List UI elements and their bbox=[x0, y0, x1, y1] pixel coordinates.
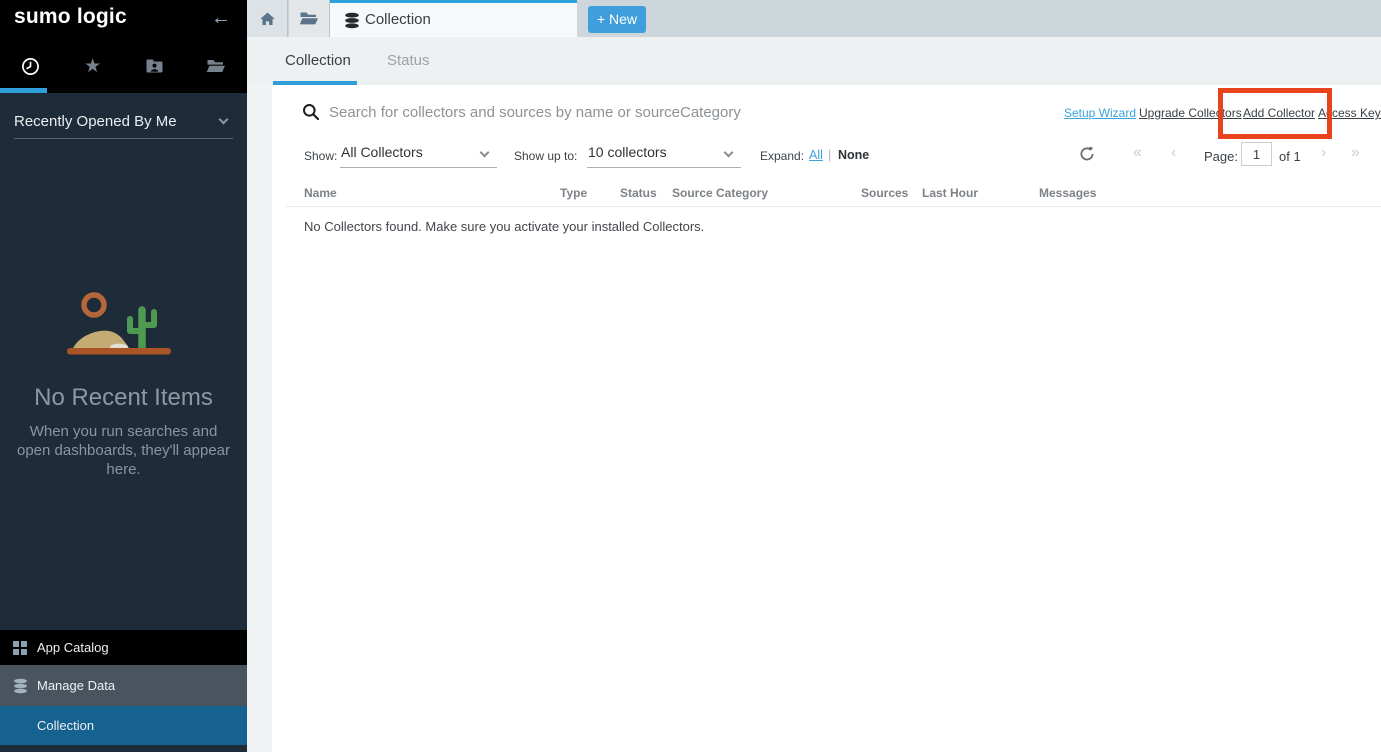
column-header-type: Type bbox=[560, 186, 587, 200]
subtab-collection[interactable]: Collection bbox=[285, 52, 351, 69]
rail-tab-favorites[interactable]: ★ bbox=[62, 44, 124, 88]
home-tab-button[interactable] bbox=[247, 0, 288, 37]
column-header-sources: Sources bbox=[861, 186, 908, 200]
sumo-logic-logo: sumo logic bbox=[14, 5, 127, 29]
sidebar-item-label: Manage Data bbox=[37, 678, 115, 693]
desert-empty-illustration bbox=[62, 288, 182, 366]
column-header-name: Name bbox=[304, 186, 337, 200]
expand-all-link[interactable]: All bbox=[809, 148, 823, 162]
sidebar-icon-rail: ★ bbox=[0, 44, 247, 88]
top-tab-bar: Collection + New bbox=[247, 0, 1381, 37]
expand-label: Expand: bbox=[760, 149, 804, 163]
limit-filter-label: Show up to: bbox=[514, 149, 577, 163]
recently-opened-dropdown-label: Recently Opened By Me bbox=[14, 113, 177, 130]
database-icon bbox=[13, 678, 28, 694]
empty-collectors-message: No Collectors found. Make sure you activ… bbox=[304, 219, 704, 234]
tab-collection-label: Collection bbox=[365, 11, 431, 28]
subtab-status[interactable]: Status bbox=[387, 52, 430, 69]
table-header-divider bbox=[286, 206, 1381, 207]
chevron-down-icon bbox=[724, 148, 734, 158]
limit-filter-value: 10 collectors bbox=[588, 144, 667, 160]
app-grid-icon bbox=[13, 641, 27, 655]
last-page-arrow[interactable]: » bbox=[1351, 144, 1360, 162]
expand-separator: | bbox=[828, 148, 831, 162]
show-filter-select[interactable]: All Collectors bbox=[340, 142, 497, 168]
sidebar-empty-subtitle: When you run searches and open dashboard… bbox=[13, 422, 234, 479]
collection-panel: Setup Wizard Upgrade Collectors Add Coll… bbox=[272, 85, 1381, 752]
open-folder-icon bbox=[299, 10, 319, 27]
sumo-logic-app: sumo logic ← ★ bbox=[0, 0, 1381, 752]
expand-none-link[interactable]: None bbox=[838, 148, 869, 162]
sidebar-empty-title: No Recent Items bbox=[0, 384, 247, 412]
limit-filter-select[interactable]: 10 collectors bbox=[587, 142, 741, 168]
clock-icon bbox=[21, 57, 40, 76]
prev-page-arrow[interactable]: ‹ bbox=[1171, 144, 1176, 162]
home-icon bbox=[259, 11, 276, 27]
star-icon: ★ bbox=[84, 57, 101, 76]
sidebar: sumo logic ← ★ bbox=[0, 0, 247, 752]
collection-subtabs: Collection Status bbox=[247, 37, 1381, 85]
open-folder-icon bbox=[206, 57, 226, 75]
sidebar-item-collection[interactable]: Collection bbox=[0, 706, 247, 745]
sidebar-item-manage-data[interactable]: Manage Data bbox=[0, 665, 247, 706]
column-header-messages: Messages bbox=[1039, 186, 1096, 200]
refresh-icon[interactable] bbox=[1079, 146, 1095, 162]
rail-active-indicator bbox=[0, 88, 47, 93]
setup-wizard-link[interactable]: Setup Wizard bbox=[1064, 106, 1136, 120]
collection-database-icon bbox=[344, 12, 360, 29]
shared-folder-icon bbox=[145, 57, 164, 75]
chevron-down-icon bbox=[480, 148, 490, 158]
next-page-arrow[interactable]: › bbox=[1321, 144, 1326, 162]
column-header-status: Status bbox=[620, 186, 657, 200]
rail-tab-library[interactable] bbox=[185, 44, 247, 88]
column-header-source-category: Source Category bbox=[672, 186, 768, 200]
page-total-label: of 1 bbox=[1279, 149, 1301, 164]
library-tab-button[interactable] bbox=[289, 0, 330, 37]
collapse-sidebar-arrow-icon[interactable]: ← bbox=[211, 7, 231, 30]
column-header-last-hour: Last Hour bbox=[922, 186, 978, 200]
sidebar-item-label: App Catalog bbox=[37, 640, 109, 655]
show-filter-label: Show: bbox=[304, 149, 337, 163]
search-icon bbox=[302, 103, 320, 121]
access-keys-link[interactable]: Access Keys bbox=[1318, 106, 1381, 120]
rail-tab-recents[interactable] bbox=[0, 44, 62, 88]
chevron-down-icon bbox=[219, 115, 229, 125]
page-number-input[interactable] bbox=[1241, 142, 1272, 166]
first-page-arrow[interactable]: « bbox=[1133, 144, 1142, 162]
rail-tab-shared-content[interactable] bbox=[124, 44, 186, 88]
recently-opened-dropdown[interactable]: Recently Opened By Me bbox=[14, 107, 233, 139]
tab-collection[interactable]: Collection bbox=[330, 0, 577, 37]
search-input[interactable] bbox=[329, 99, 929, 125]
sidebar-item-app-catalog[interactable]: App Catalog bbox=[0, 630, 247, 665]
show-filter-value: All Collectors bbox=[341, 144, 423, 160]
sidebar-header: sumo logic ← ★ bbox=[0, 0, 247, 93]
add-collector-link[interactable]: Add Collector bbox=[1243, 106, 1315, 120]
page-label: Page: bbox=[1204, 149, 1238, 164]
sidebar-item-label: Collection bbox=[37, 718, 94, 733]
upgrade-collectors-link[interactable]: Upgrade Collectors bbox=[1139, 106, 1242, 120]
new-tab-button[interactable]: + New bbox=[588, 6, 646, 33]
